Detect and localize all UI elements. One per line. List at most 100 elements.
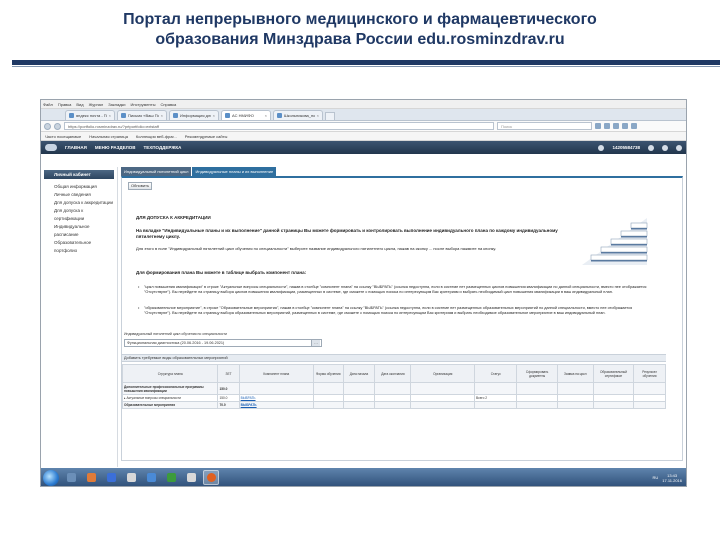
select-link[interactable]: ВЫБРАТЬ xyxy=(241,403,257,407)
bookmark-item[interactable]: Рекомендуемые сайты xyxy=(185,134,228,139)
sidebar-item-accreditation[interactable]: Для допуска к аккредитации xyxy=(44,199,114,207)
add-events-bar[interactable]: Добавить требуемые виды образовательных … xyxy=(122,354,666,362)
sidebar-item-portfolio[interactable]: Образовательное портфолио xyxy=(44,239,114,255)
cell-empty xyxy=(633,401,666,409)
plan-select[interactable]: Функциональная диагностика (20.06.2016 -… xyxy=(124,339,322,347)
menu-item-help[interactable]: Справка xyxy=(160,100,176,109)
nav-support[interactable]: ТЕХПОДДЕРЖКА xyxy=(144,145,182,150)
site-logo[interactable] xyxy=(45,144,57,151)
close-icon[interactable]: × xyxy=(161,113,163,118)
ellipsis-icon[interactable]: … xyxy=(311,340,320,346)
browser-tab[interactable]: Школьникова_портфоли...× xyxy=(273,110,323,120)
taskbar-app[interactable] xyxy=(163,470,179,485)
menu-item-history[interactable]: Журнал xyxy=(89,100,104,109)
col-header: Статус xyxy=(474,364,518,383)
new-tab-button[interactable] xyxy=(325,112,335,120)
taskbar-app[interactable] xyxy=(123,470,139,485)
windows-taskbar: RU 13:43 17.11.2016 xyxy=(41,468,686,486)
title-divider-thin xyxy=(12,66,720,67)
cell-empty xyxy=(342,394,376,402)
user-icon xyxy=(598,144,605,151)
download-icon[interactable] xyxy=(613,123,619,129)
cell-empty xyxy=(312,382,344,395)
bookmark-item[interactable]: Коллекция веб-фраг... xyxy=(136,134,177,139)
help-icon[interactable] xyxy=(662,144,668,151)
plan-table: Структура плана ЗЕТ Компонент плана Форм… xyxy=(121,364,666,409)
user-id: 14205584738 xyxy=(612,145,640,150)
nav-sections-menu[interactable]: МЕНЮ РАЗДЕЛОВ xyxy=(95,145,136,150)
bullet-qualification: • "цикл повышения квалификации" в строке … xyxy=(138,285,648,295)
plan-label: Индивидуальный пятилетний цикл обучения … xyxy=(124,332,227,336)
cell-empty xyxy=(374,394,412,402)
cell-empty xyxy=(556,382,594,395)
browser-tab[interactable]: Информация для специ...× xyxy=(169,110,219,120)
menu-item-view[interactable]: Вид xyxy=(76,100,83,109)
clock[interactable]: 13:43 17.11.2016 xyxy=(662,473,682,483)
cell-empty xyxy=(556,401,594,409)
tab-individual-plans[interactable]: Индивидуальные планы и их выполнение xyxy=(192,167,277,176)
star-icon[interactable] xyxy=(595,123,601,129)
stairs-illustration xyxy=(582,218,648,265)
sidebar-item-certification[interactable]: Для допуска к сертификации xyxy=(44,207,114,223)
tab-five-year-cycle[interactable]: Индивидуальный пятилетний цикл xyxy=(121,167,192,176)
form-heading: Для формирования плана Вы можете в табли… xyxy=(136,270,307,275)
bookmark-icon[interactable] xyxy=(604,123,610,129)
url-text: https://portfolio.rosminzdrav.ru/?prtpor… xyxy=(68,123,159,129)
forward-icon[interactable] xyxy=(54,122,61,130)
menu-item-edit[interactable]: Правка xyxy=(58,100,72,109)
close-icon[interactable]: × xyxy=(109,113,111,118)
browser-tab-label: яндекс почта - Поиск в Я... xyxy=(76,113,107,118)
title-divider xyxy=(12,60,720,65)
search-icon[interactable] xyxy=(648,144,654,151)
taskbar-app[interactable] xyxy=(63,470,79,485)
browser-tabs: яндекс почта - Поиск в Я...× Письмо «Ваш… xyxy=(41,109,686,121)
sidebar-item-general[interactable]: Общая информация xyxy=(44,183,114,191)
menu-item-file[interactable]: Файл xyxy=(43,100,53,109)
select-link[interactable]: ВЫБРАТЬ xyxy=(241,396,256,400)
search-input[interactable]: Поиск xyxy=(497,122,592,130)
close-icon[interactable]: × xyxy=(317,113,319,118)
firefox-icon xyxy=(206,473,216,482)
taskbar-app[interactable] xyxy=(103,470,119,485)
browser-tab[interactable]: яндекс почта - Поиск в Я...× xyxy=(65,110,115,120)
cell-empty xyxy=(516,394,558,402)
col-header: Структура плана xyxy=(121,364,219,383)
nav-home[interactable]: ГЛАВНАЯ xyxy=(65,145,87,150)
menu-icon[interactable] xyxy=(631,123,637,129)
browser-tab-label: Информация для специ... xyxy=(180,113,211,118)
app-icon xyxy=(66,473,76,482)
refresh-button[interactable]: Обновить xyxy=(128,182,152,190)
menu-item-bookmarks[interactable]: Закладки xyxy=(108,100,125,109)
taskbar-app[interactable] xyxy=(83,470,99,485)
logout-icon[interactable] xyxy=(676,144,682,151)
bookmark-item[interactable]: Начальная страница xyxy=(89,134,128,139)
app-icon xyxy=(186,473,196,482)
bullet-text: "образовательное мероприятие", в строке … xyxy=(144,306,633,315)
bullet-text: "цикл повышения квалификации" в строке "… xyxy=(144,285,647,294)
taskbar-app-active[interactable] xyxy=(203,470,219,485)
back-icon[interactable] xyxy=(44,122,51,130)
browser-tab[interactable]: Письмо «Ваш Портал не...× xyxy=(117,110,167,120)
col-header: ЗЕТ xyxy=(217,364,240,383)
cell-component: ВЫБРАТЬ xyxy=(238,401,314,409)
url-input[interactable]: https://portfolio.rosminzdrav.ru/?prtpor… xyxy=(64,122,494,130)
cell-empty xyxy=(592,401,635,409)
home-icon[interactable] xyxy=(622,123,628,129)
sidebar-item-personal[interactable]: Личные сведения xyxy=(44,191,114,199)
sidebar-item-schedule[interactable]: Индивидуальное расписание xyxy=(44,223,114,239)
clock-date: 17.11.2016 xyxy=(662,477,682,483)
col-header: Организация xyxy=(410,364,476,383)
browser-tab-active[interactable]: АС НМИФО × xyxy=(221,110,271,120)
bookmark-item[interactable]: Часто посещаемые xyxy=(45,134,81,139)
cell-empty xyxy=(474,382,518,395)
language-indicator[interactable]: RU xyxy=(652,475,658,480)
close-icon[interactable]: × xyxy=(265,113,267,118)
app-icon xyxy=(86,473,96,482)
taskbar-app[interactable] xyxy=(183,470,199,485)
favicon-icon xyxy=(69,113,74,118)
browser-screenshot: Файл Правка Вид Журнал Закладки Инструме… xyxy=(40,99,687,487)
menu-item-tools[interactable]: Инструменты xyxy=(131,100,156,109)
start-button[interactable] xyxy=(43,469,59,486)
taskbar-app[interactable] xyxy=(143,470,159,485)
close-icon[interactable]: × xyxy=(213,113,215,118)
